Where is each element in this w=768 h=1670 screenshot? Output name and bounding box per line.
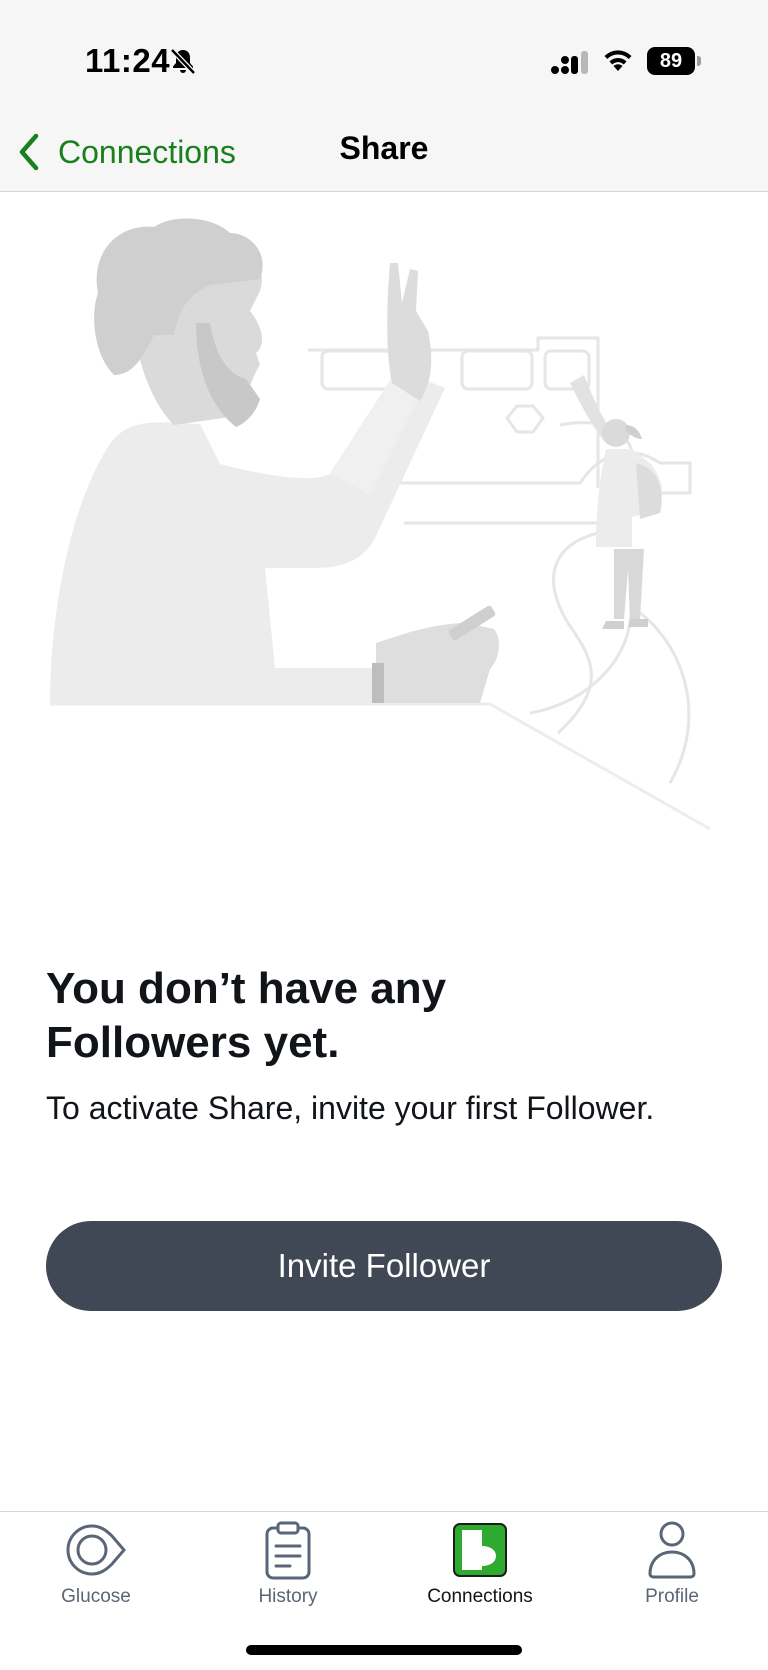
connections-icon (453, 1523, 507, 1577)
glucose-eye-icon (66, 1524, 126, 1576)
status-time: 11:24 (85, 42, 171, 79)
invite-follower-button[interactable]: Invite Follower (46, 1221, 722, 1311)
status-bar: 11:24 89 (0, 0, 768, 112)
navigation-bar: Connections Share (0, 112, 768, 192)
wifi-icon (604, 50, 632, 71)
empty-state-heading-line-1: You don’t have any (46, 964, 447, 1013)
clipboard-icon (265, 1521, 311, 1580)
tab-connections[interactable]: Connections (384, 1520, 576, 1620)
girl-figure (570, 375, 663, 629)
share-screen: 11:24 89 Connections Share You don’t hav… (0, 0, 768, 1670)
tab-profile-label: Profile (645, 1586, 699, 1607)
tab-glucose[interactable]: Glucose (0, 1520, 192, 1620)
battery-cap (697, 56, 701, 66)
bell-slash-icon (170, 48, 196, 75)
tab-connections-label: Connections (427, 1586, 533, 1607)
empty-state-heading-line-2: Followers yet. (46, 1018, 340, 1067)
battery-level: 89 (647, 47, 695, 75)
ground-line (50, 702, 711, 831)
tab-history-label: History (258, 1586, 318, 1607)
home-indicator[interactable] (246, 1645, 522, 1655)
person-icon (648, 1521, 696, 1579)
tab-history[interactable]: History (192, 1520, 384, 1620)
page-title: Share (339, 130, 429, 166)
empty-state-heading: You don’t have any Followers yet. (46, 962, 726, 1070)
empty-state-description: To activate Share, invite your first Fol… (46, 1090, 655, 1126)
battery-icon: 89 (647, 47, 701, 75)
tab-glucose-label: Glucose (61, 1586, 131, 1607)
man-figure (50, 218, 499, 704)
share-illustration (50, 218, 711, 831)
tab-profile[interactable]: Profile (576, 1520, 768, 1620)
cellular-signal-icon (551, 51, 588, 74)
